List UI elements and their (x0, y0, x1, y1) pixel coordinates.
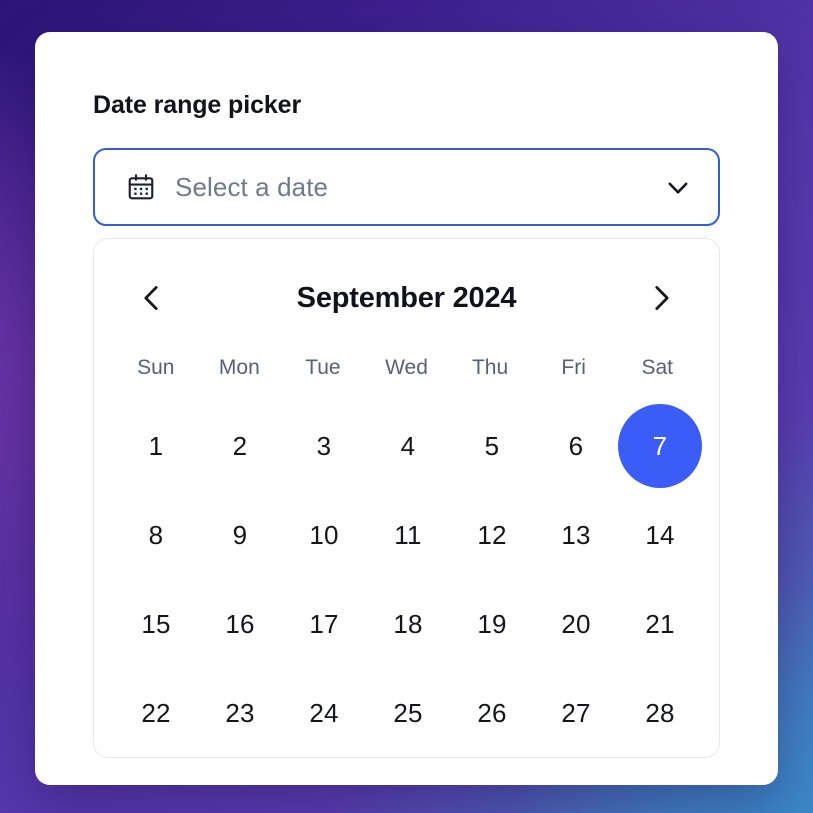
day-cell-2[interactable]: 2 (198, 401, 282, 490)
weekday-label: Wed (385, 356, 428, 380)
day-cell-13[interactable]: 13 (534, 490, 618, 579)
day-number[interactable]: 8 (114, 493, 198, 577)
weekday-header-row: Sun Mon Tue Wed Thu Fri Sat (114, 357, 699, 401)
day-number[interactable]: 10 (282, 493, 366, 577)
day-number[interactable]: 18 (366, 582, 450, 666)
day-cell-4[interactable]: 4 (366, 401, 450, 490)
day-cell-3[interactable]: 3 (282, 401, 366, 490)
day-number[interactable]: 20 (534, 582, 618, 666)
day-cell-20[interactable]: 20 (534, 579, 618, 668)
day-cell-8[interactable]: 8 (114, 490, 198, 579)
day-cell-6[interactable]: 6 (534, 401, 618, 490)
day-number[interactable]: 5 (450, 404, 534, 488)
picker-card: Date range picker Select a date Septembe… (35, 32, 778, 785)
day-number[interactable]: 1 (114, 404, 198, 488)
calendar-icon (126, 172, 156, 202)
day-number[interactable]: 27 (534, 671, 618, 755)
day-number[interactable]: 24 (282, 671, 366, 755)
day-cell-19[interactable]: 19 (450, 579, 534, 668)
day-number[interactable]: 12 (450, 493, 534, 577)
day-cell-15[interactable]: 15 (114, 579, 198, 668)
day-number[interactable]: 26 (450, 671, 534, 755)
day-number[interactable]: 6 (534, 404, 618, 488)
day-cell-16[interactable]: 16 (198, 579, 282, 668)
chevron-down-icon[interactable] (663, 172, 693, 202)
calendar-day-grid: 1 2 3 4 5 6 7 8 9 10 11 12 13 14 15 16 17 18 19 20 21 22 23 24 2… (114, 401, 702, 757)
day-number[interactable]: 22 (114, 671, 198, 755)
day-number[interactable]: 17 (282, 582, 366, 666)
day-number[interactable]: 19 (450, 582, 534, 666)
day-cell-10[interactable]: 10 (282, 490, 366, 579)
app-background: Date range picker Select a date Septembe… (0, 0, 813, 813)
date-range-input[interactable]: Select a date (93, 148, 720, 227)
day-cell-18[interactable]: 18 (366, 579, 450, 668)
day-cell-26[interactable]: 26 (450, 668, 534, 757)
day-number[interactable]: 21 (618, 582, 702, 666)
day-number[interactable]: 14 (618, 493, 702, 577)
day-cell-5[interactable]: 5 (450, 401, 534, 490)
day-number[interactable]: 3 (282, 404, 366, 488)
selected-day[interactable]: 7 (618, 403, 702, 488)
day-number[interactable]: 25 (366, 671, 450, 755)
weekday-label: Sun (137, 356, 175, 380)
day-cell-7[interactable]: 7 (618, 401, 702, 490)
day-number[interactable]: 23 (198, 671, 282, 755)
prev-month-button[interactable] (132, 278, 172, 318)
weekday-label: Sat (641, 356, 673, 380)
day-cell-17[interactable]: 17 (282, 579, 366, 668)
day-cell-21[interactable]: 21 (618, 579, 702, 668)
day-cell-1[interactable]: 1 (114, 401, 198, 490)
next-month-button[interactable] (641, 278, 681, 318)
weekday-label: Thu (471, 356, 509, 380)
calendar-dropdown: September 2024 Sun Mon Tue Wed Thu Fri Sat 123… (93, 238, 720, 759)
day-cell-23[interactable]: 23 (198, 668, 282, 757)
day-number[interactable]: 16 (198, 582, 282, 666)
chevron-left-icon (135, 281, 169, 315)
calendar-header: September 2024 (114, 239, 699, 357)
card-content: Date range picker Select a date Septembe… (35, 32, 778, 759)
day-cell-14[interactable]: 14 (618, 490, 702, 579)
day-cell-24[interactable]: 24 (282, 668, 366, 757)
day-number[interactable]: 4 (366, 404, 450, 488)
weekday-label: Mon (218, 356, 260, 380)
day-number[interactable]: 11 (366, 493, 450, 577)
day-number[interactable]: 13 (534, 493, 618, 577)
calendar-month-label: September 2024 (296, 281, 517, 314)
day-cell-11[interactable]: 11 (366, 490, 450, 579)
date-input-placeholder[interactable]: Select a date (175, 174, 663, 200)
day-cell-22[interactable]: 22 (114, 668, 198, 757)
day-number[interactable]: 9 (198, 493, 282, 577)
day-number[interactable]: 15 (114, 582, 198, 666)
day-cell-27[interactable]: 27 (534, 668, 618, 757)
day-cell-28[interactable]: 28 (618, 668, 702, 757)
day-number[interactable]: 28 (618, 671, 702, 755)
day-cell-25[interactable]: 25 (366, 668, 450, 757)
page-title: Date range picker (93, 91, 302, 119)
day-cell-12[interactable]: 12 (450, 490, 534, 579)
chevron-right-icon (644, 281, 678, 315)
day-cell-9[interactable]: 9 (198, 490, 282, 579)
weekday-label: Fri (561, 356, 586, 380)
day-number[interactable]: 2 (198, 404, 282, 488)
weekday-label: Tue (305, 356, 341, 380)
